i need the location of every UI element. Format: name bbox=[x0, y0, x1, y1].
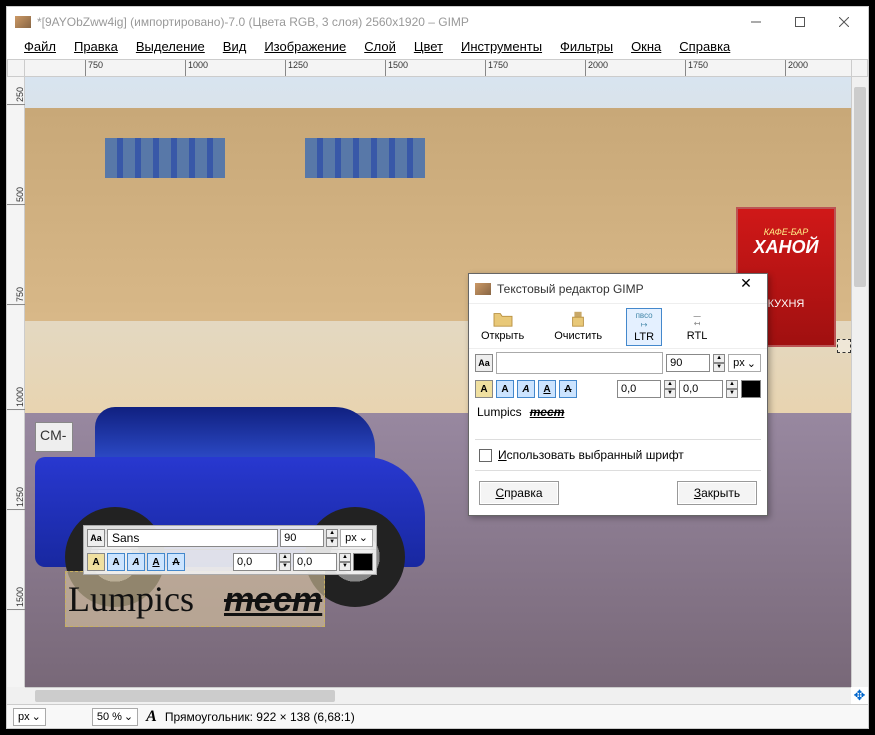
menu-tools[interactable]: Инструменты bbox=[452, 37, 551, 59]
kerning-field[interactable]: 0,0 bbox=[293, 553, 337, 571]
style-clear-button[interactable]: A bbox=[87, 553, 105, 571]
dlg-font-field[interactable] bbox=[496, 352, 663, 374]
dlg-bold-button[interactable]: A bbox=[496, 380, 514, 398]
menu-layer[interactable]: Слой bbox=[355, 37, 405, 59]
dlg-style-clear[interactable]: A bbox=[475, 380, 493, 398]
ruler-horizontal[interactable]: 7501000125015001750200017502000 bbox=[25, 59, 851, 77]
dlg-strike-button[interactable]: A bbox=[559, 380, 577, 398]
baseline-field[interactable]: 0,0 bbox=[233, 553, 277, 571]
font-size-spinner[interactable]: ▲▼ bbox=[326, 529, 338, 547]
clear-button[interactable]: Очистить bbox=[548, 308, 608, 346]
menu-image[interactable]: Изображение bbox=[255, 37, 355, 59]
window-title: *[9AYObZww4ig] (импортировано)-7.0 (Цвет… bbox=[37, 15, 734, 29]
dlg-kerning-field[interactable]: 0,0 bbox=[679, 380, 723, 398]
use-font-label: ИИспользовать выбранный шрифтспользовать… bbox=[498, 448, 684, 462]
rtl-button[interactable]: ـــ↤ RTL bbox=[680, 308, 714, 346]
text-layer[interactable]: Lumpics тест bbox=[65, 571, 325, 627]
dlg-baseline-spinner[interactable]: ▲▼ bbox=[664, 380, 676, 398]
baseline-spinner[interactable]: ▲▼ bbox=[279, 553, 291, 571]
navigation-icon[interactable]: ✥ bbox=[851, 687, 868, 704]
menu-file[interactable]: Файл bbox=[15, 37, 65, 59]
font-name-field[interactable]: Sans bbox=[107, 529, 278, 547]
dlg-text1: Lumpics bbox=[477, 405, 522, 419]
app-icon bbox=[15, 16, 31, 28]
open-button[interactable]: Открыть bbox=[475, 308, 530, 346]
text-word2: тест bbox=[224, 581, 322, 620]
dialog-close-button[interactable]: ✕ bbox=[731, 275, 761, 303]
menu-help[interactable]: Справка bbox=[670, 37, 739, 59]
menubar: Файл Правка Выделение Вид Изображение Сл… bbox=[7, 37, 868, 59]
menu-filters[interactable]: Фильтры bbox=[551, 37, 622, 59]
close-button[interactable] bbox=[822, 8, 866, 36]
menu-select[interactable]: Выделение bbox=[127, 37, 214, 59]
dlg-size-spinner[interactable]: ▲▼ bbox=[713, 354, 725, 372]
use-font-checkbox[interactable] bbox=[479, 449, 492, 462]
unit-select[interactable]: px⌄ bbox=[340, 529, 373, 547]
ltr-button[interactable]: пвсо↦ LTR bbox=[626, 308, 662, 346]
menu-edit[interactable]: Правка bbox=[65, 37, 127, 59]
minimize-button[interactable] bbox=[734, 8, 778, 36]
text-word1: Lumpics bbox=[68, 578, 194, 620]
italic-button[interactable]: A bbox=[127, 553, 145, 571]
dlg-baseline-field[interactable]: 0,0 bbox=[617, 380, 661, 398]
status-unit-select[interactable]: px⌄ bbox=[13, 708, 46, 726]
close-dialog-button[interactable]: Закрыть bbox=[677, 481, 757, 505]
vertical-scrollbar[interactable] bbox=[851, 77, 868, 687]
cursor-indicator bbox=[837, 339, 851, 353]
text-tool-icon: A bbox=[146, 708, 157, 726]
font-button[interactable]: Aa bbox=[87, 529, 105, 547]
status-info: Прямоугольник: 922 × 138 (6,68:1) bbox=[165, 710, 355, 724]
statusbar: px⌄ 50 %⌄ A Прямоугольник: 922 × 138 (6,… bbox=[7, 704, 868, 728]
horizontal-scrollbar[interactable] bbox=[25, 687, 851, 704]
dlg-size-field[interactable]: 90 bbox=[666, 354, 710, 372]
help-button[interactable]: Справка bbox=[479, 481, 559, 505]
dlg-font-button[interactable]: Aa bbox=[475, 354, 493, 372]
dlg-text2: тест bbox=[530, 405, 565, 419]
titlebar: *[9AYObZww4ig] (импортировано)-7.0 (Цвет… bbox=[7, 7, 868, 37]
zoom-select[interactable]: 50 %⌄ bbox=[92, 708, 138, 726]
color-swatch[interactable] bbox=[353, 553, 373, 571]
dlg-unit-select[interactable]: px⌄ bbox=[728, 354, 761, 372]
text-editor-dialog: Текстовый редактор GIMP ✕ Открыть Очисти… bbox=[468, 273, 768, 516]
font-size-field[interactable]: 90 bbox=[280, 529, 324, 547]
dlg-kerning-spinner[interactable]: ▲▼ bbox=[726, 380, 738, 398]
dlg-color-swatch[interactable] bbox=[741, 380, 761, 398]
canvas[interactable]: КАФЕ-БАР ХАНОЙ КУХНЯ CM- Lumpics тест Aa bbox=[25, 77, 851, 687]
bold-button[interactable]: A bbox=[107, 553, 125, 571]
dlg-italic-button[interactable]: A bbox=[517, 380, 535, 398]
dlg-text-area[interactable]: Lumpics тест bbox=[469, 401, 767, 437]
dialog-icon bbox=[475, 283, 491, 295]
text-tool-options: Aa Sans 90 ▲▼ px⌄ A A A A A 0,0 ▲▼ 0,0 ▲… bbox=[83, 525, 377, 575]
dlg-underline-button[interactable]: A bbox=[538, 380, 556, 398]
menu-view[interactable]: Вид bbox=[214, 37, 256, 59]
ruler-vertical[interactable]: 250500750100012501500 bbox=[7, 77, 25, 687]
dialog-title: Текстовый редактор GIMP bbox=[497, 282, 731, 296]
underline-button[interactable]: A bbox=[147, 553, 165, 571]
maximize-button[interactable] bbox=[778, 8, 822, 36]
ruler-corner bbox=[7, 59, 25, 77]
menu-windows[interactable]: Окна bbox=[622, 37, 670, 59]
strike-button[interactable]: A bbox=[167, 553, 185, 571]
kerning-spinner[interactable]: ▲▼ bbox=[339, 553, 351, 571]
menu-color[interactable]: Цвет bbox=[405, 37, 452, 59]
